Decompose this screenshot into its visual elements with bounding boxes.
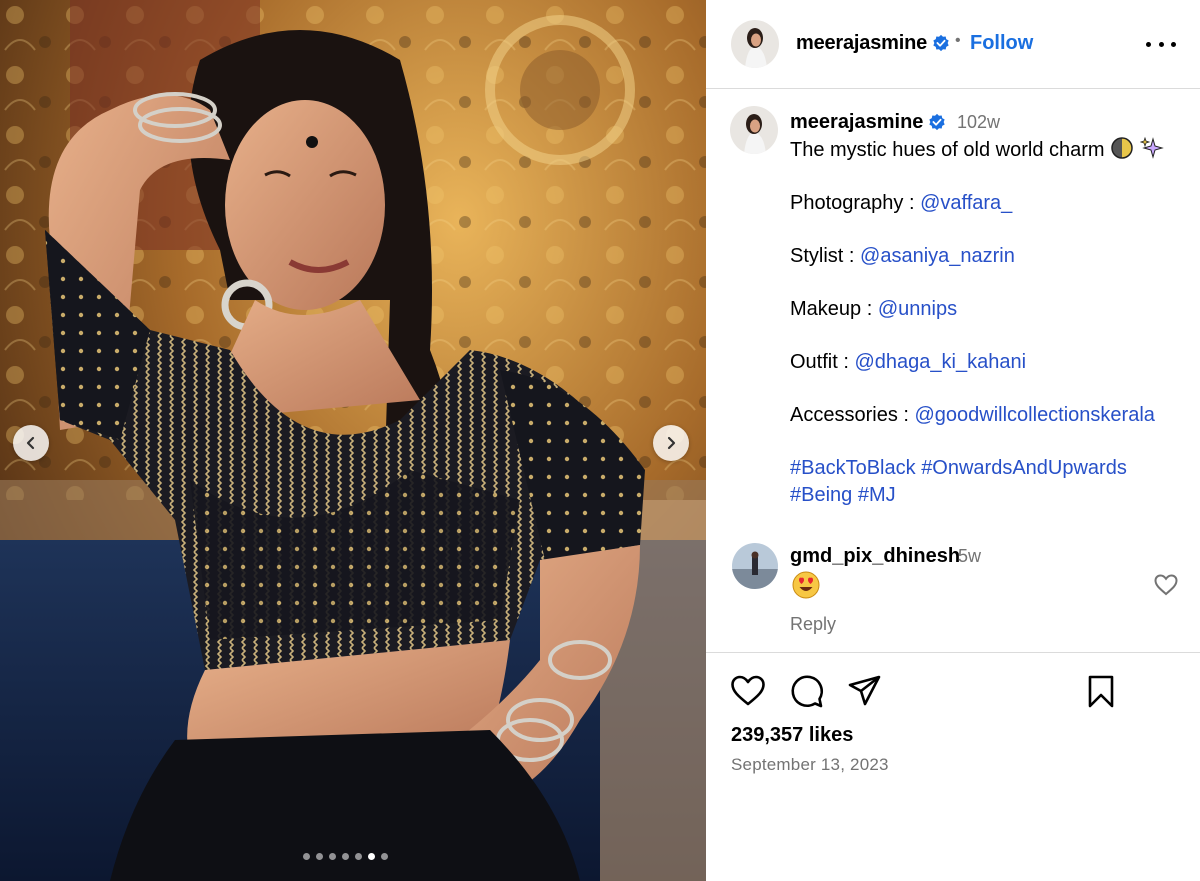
follow-button[interactable]: Follow — [970, 32, 1033, 55]
credit-outfit: Outfit : @dhaga_ki_kahani — [790, 351, 1027, 373]
verified-badge-icon — [933, 34, 949, 52]
credit-accessories: Accessories : @goodwillcollectionskerala — [790, 404, 1155, 426]
mention-link[interactable]: @asaniya_nazrin — [860, 245, 1015, 267]
caption-username[interactable]: meerajasmine — [790, 111, 946, 134]
verified-badge-icon — [929, 113, 946, 131]
post-photo — [0, 0, 706, 881]
credit-photography: Photography : @vaffara_ — [790, 192, 1013, 214]
carousel-dot — [342, 853, 349, 860]
separator-dot: • — [955, 32, 961, 49]
hashtag-link[interactable]: #BackToBlack — [790, 457, 916, 479]
avatar[interactable] — [732, 543, 778, 589]
comment-heart-icon[interactable] — [1154, 574, 1178, 596]
heart-eyes-emoji-icon — [792, 571, 820, 599]
mention-link[interactable]: @vaffara_ — [920, 192, 1012, 214]
share-icon[interactable] — [848, 675, 882, 707]
post-side-panel: meerajasmine • Follow meerajasmine 102w … — [706, 0, 1200, 881]
carousel-next-button[interactable] — [653, 425, 689, 461]
hashtag-link[interactable]: #Being — [790, 484, 852, 506]
carousel-dot — [368, 853, 375, 860]
carousel-dot — [329, 853, 336, 860]
chevron-left-icon — [26, 436, 35, 450]
carousel-dot — [381, 853, 388, 860]
mention-link[interactable]: @unnips — [878, 298, 957, 320]
moon-emoji-icon — [1111, 137, 1133, 159]
hashtag-link[interactable]: #OnwardsAndUpwards — [921, 457, 1127, 479]
more-options-icon[interactable] — [1146, 30, 1176, 58]
credit-makeup: Makeup : @unnips — [790, 298, 958, 320]
chevron-right-icon — [667, 436, 676, 450]
bookmark-icon[interactable] — [1087, 675, 1115, 709]
comment-username[interactable]: gmd_pix_dhinesh — [790, 545, 960, 568]
heart-icon[interactable] — [730, 675, 766, 707]
carousel-dot — [303, 853, 310, 860]
reply-button[interactable]: Reply — [790, 614, 836, 635]
avatar[interactable] — [731, 20, 779, 68]
hashtags-line: #BackToBlack #OnwardsAndUpwards — [790, 455, 1190, 482]
carousel-prev-button[interactable] — [13, 425, 49, 461]
mention-link[interactable]: @goodwillcollectionskerala — [914, 404, 1154, 426]
caption-line: The mystic hues of old world charm — [790, 136, 1190, 164]
comment-time[interactable]: 5w — [958, 546, 981, 567]
action-bar: 239,357 likes September 13, 2023 — [706, 652, 1200, 881]
sparkles-emoji-icon — [1139, 136, 1164, 159]
post-media — [0, 0, 706, 881]
hashtags-line: #Being #MJ — [790, 482, 1190, 509]
post-header: meerajasmine • Follow — [706, 0, 1200, 89]
caption-time[interactable]: 102w — [957, 112, 1000, 133]
likes-count[interactable]: 239,357 likes — [731, 724, 853, 747]
credit-stylist: Stylist : @asaniya_nazrin — [790, 245, 1015, 267]
carousel-dot — [355, 853, 362, 860]
caption-text: The mystic hues of old world charm Photo… — [790, 136, 1190, 508]
hashtag-link[interactable]: #MJ — [858, 484, 896, 506]
carousel-indicator — [303, 853, 388, 860]
mention-link[interactable]: @dhaga_ki_kahani — [854, 351, 1026, 373]
avatar[interactable] — [730, 106, 778, 154]
comment-icon[interactable] — [790, 675, 824, 709]
post-date[interactable]: September 13, 2023 — [731, 755, 889, 775]
carousel-dot — [316, 853, 323, 860]
post-username[interactable]: meerajasmine — [796, 32, 950, 55]
